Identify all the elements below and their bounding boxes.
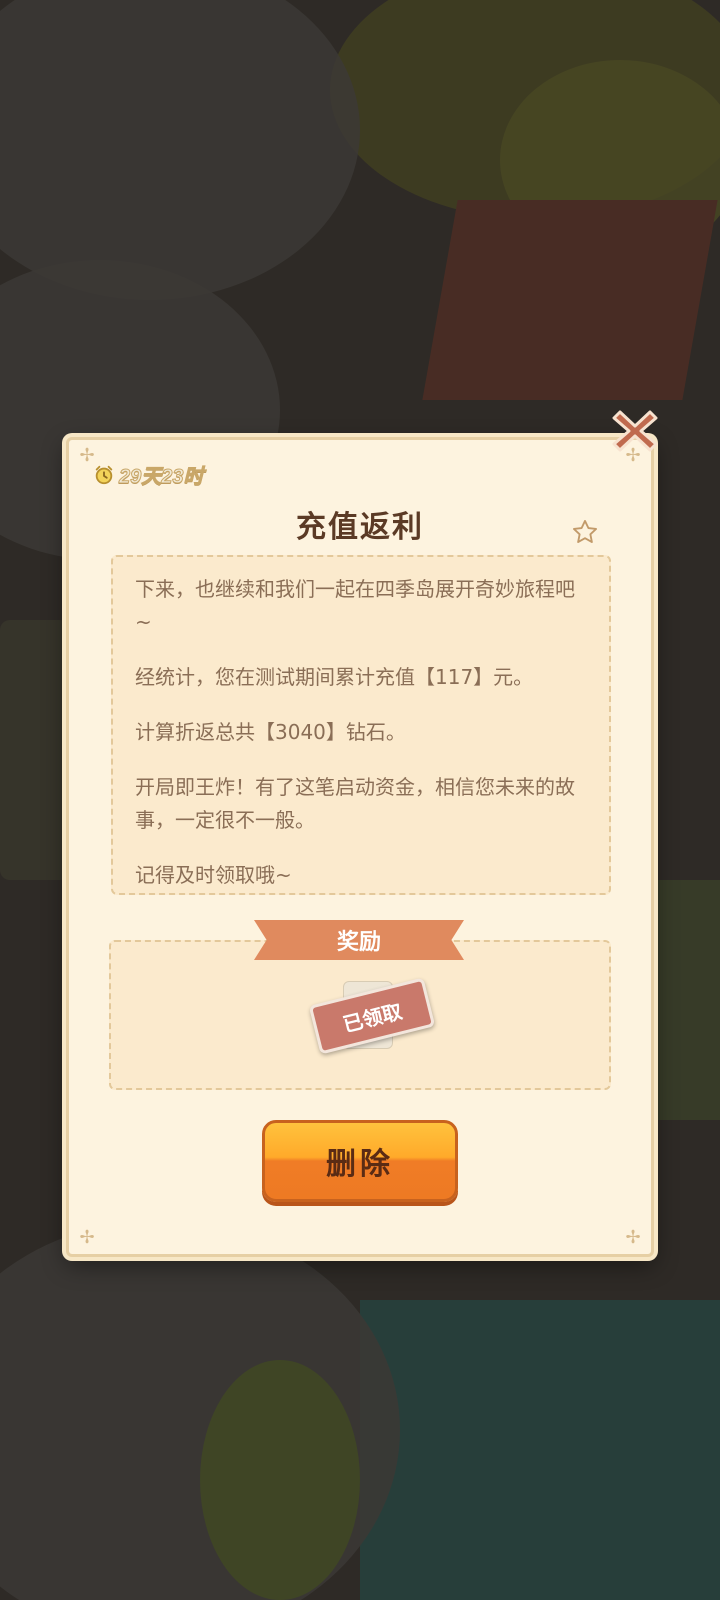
close-button[interactable] <box>608 404 662 458</box>
expiry-timer: 29天23时 <box>93 460 204 489</box>
reward-ribbon: 奖励 <box>254 920 464 960</box>
message-body: 下来，也继续和我们一起在四季岛展开奇妙旅程吧~ 经统计，您在测试期间累计充值【1… <box>111 555 611 895</box>
recharge-rebate-dialog: ✢ ✢ ✢ ✢ 29天23时 充值返利 下来，也继续和我们一起在四季岛展开奇妙旅… <box>66 437 654 1257</box>
message-paragraph: 计算折返总共【3040】钻石。 <box>135 720 406 744</box>
dialog-title: 充值返利 <box>296 510 424 545</box>
timer-text: 29天23时 <box>119 466 204 489</box>
message-paragraph: 开局即王炸！有了这笔启动资金，相信您未来的故事，一定很不一般。 <box>135 775 575 832</box>
message-paragraph: 记得及时领取哦~ <box>135 863 292 887</box>
star-icon[interactable] <box>571 518 599 546</box>
message-paragraph: 经统计，您在测试期间累计充值【117】元。 <box>135 665 534 689</box>
close-icon <box>612 410 658 452</box>
reward-item[interactable]: 已领取 <box>308 977 436 1057</box>
alarm-clock-icon <box>95 465 113 484</box>
corner-ornament: ✢ <box>79 1227 95 1248</box>
delete-button[interactable]: 删除 <box>262 1120 458 1202</box>
message-paragraph: 下来，也继续和我们一起在四季岛展开奇妙旅程吧~ <box>135 577 575 634</box>
corner-ornament: ✢ <box>625 1227 641 1248</box>
